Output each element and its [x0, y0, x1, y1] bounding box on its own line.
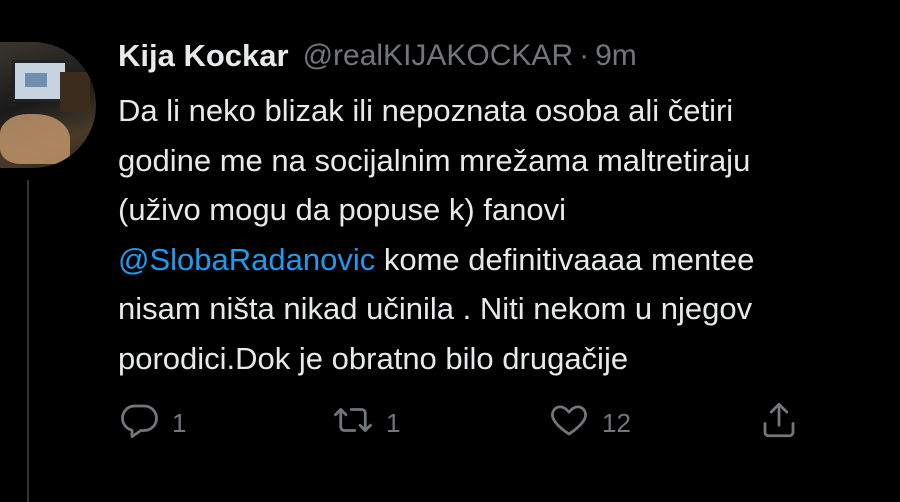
retweet-icon: [332, 399, 374, 448]
retweet-button[interactable]: 1: [332, 398, 400, 448]
retweet-count: 1: [386, 407, 401, 438]
tweet-text-line: (uživo mogu da popuse k) fanovi: [118, 192, 567, 227]
user-handle[interactable]: @realKIJAKOCKAR: [303, 39, 574, 73]
display-name[interactable]: Kija Kockar: [118, 38, 289, 74]
avatar-photo-person: [0, 114, 70, 164]
thread-line: [27, 180, 29, 502]
tweet-text-fragment: kome definitivaaaa mentee: [375, 241, 755, 277]
like-count: 12: [602, 407, 631, 438]
tweet-header: Kija Kockar @realKIJAKOCKAR · 9m: [118, 36, 637, 76]
mention-link[interactable]: @SlobaRadanovic: [118, 242, 375, 277]
heart-icon: [548, 399, 590, 448]
tweet-text-line-mention: @SlobaRadanovic kome definitivaaaa mente…: [118, 235, 900, 285]
tweet-text-line: nisam ništa nikad učinila . Niti nekom u…: [118, 291, 753, 326]
tweet-text: Da li neko blizak ili nepoznata osoba al…: [118, 86, 900, 383]
tweet-text-line: godine me na socijalnim mrežama maltreti…: [118, 142, 751, 178]
avatar-photo-shelf: [60, 72, 90, 112]
avatar[interactable]: [0, 42, 96, 168]
timestamp[interactable]: 9m: [595, 39, 637, 73]
reply-count: 1: [172, 407, 187, 438]
tweet-text-line: porodici.Dok je obratno bilo drugačije: [118, 340, 629, 376]
tweet-text-line: Da li neko blizak ili nepoznata osoba al…: [118, 93, 734, 128]
share-button[interactable]: [758, 398, 800, 448]
reply-icon: [118, 399, 160, 448]
share-icon: [758, 399, 800, 448]
reply-button[interactable]: 1: [118, 398, 186, 448]
separator-dot: ·: [579, 39, 590, 72]
tweet-actions: 1 1 12: [0, 398, 900, 448]
like-button[interactable]: 12: [548, 398, 631, 448]
